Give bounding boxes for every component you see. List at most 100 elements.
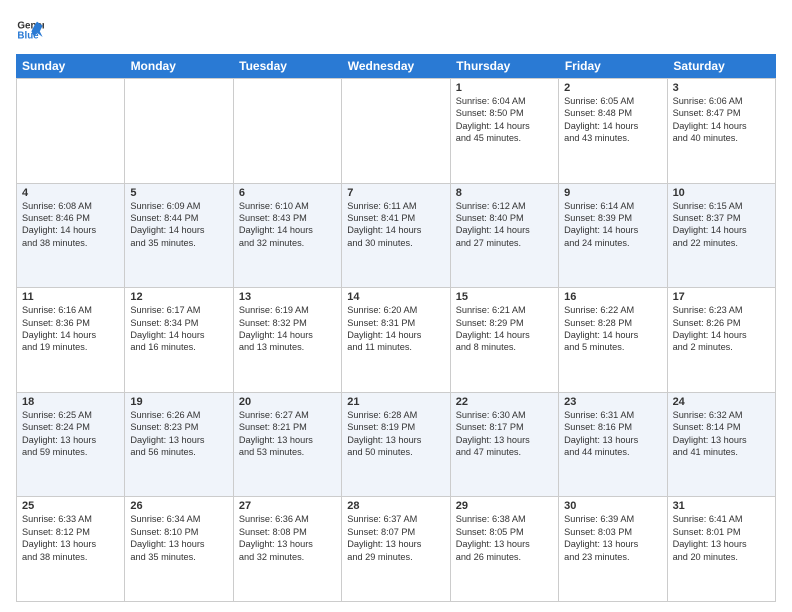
- day-info: Sunrise: 6:37 AM Sunset: 8:07 PM Dayligh…: [347, 513, 444, 563]
- dow-wednesday: Wednesday: [342, 54, 451, 78]
- day-number: 5: [130, 187, 227, 199]
- cal-row-4: 18Sunrise: 6:25 AM Sunset: 8:24 PM Dayli…: [17, 393, 776, 498]
- day-info: Sunrise: 6:25 AM Sunset: 8:24 PM Dayligh…: [22, 409, 119, 459]
- day-number: 14: [347, 291, 444, 303]
- day-info: Sunrise: 6:14 AM Sunset: 8:39 PM Dayligh…: [564, 200, 661, 250]
- cal-cell-day-25: 25Sunrise: 6:33 AM Sunset: 8:12 PM Dayli…: [17, 497, 125, 602]
- dow-tuesday: Tuesday: [233, 54, 342, 78]
- cal-row-1: 1Sunrise: 6:04 AM Sunset: 8:50 PM Daylig…: [17, 79, 776, 184]
- calendar-header: Sunday Monday Tuesday Wednesday Thursday…: [16, 54, 776, 78]
- cal-cell-day-2: 2Sunrise: 6:05 AM Sunset: 8:48 PM Daylig…: [559, 79, 667, 184]
- cal-cell-day-18: 18Sunrise: 6:25 AM Sunset: 8:24 PM Dayli…: [17, 393, 125, 498]
- day-info: Sunrise: 6:34 AM Sunset: 8:10 PM Dayligh…: [130, 513, 227, 563]
- cal-cell-day-30: 30Sunrise: 6:39 AM Sunset: 8:03 PM Dayli…: [559, 497, 667, 602]
- day-number: 17: [673, 291, 770, 303]
- day-info: Sunrise: 6:09 AM Sunset: 8:44 PM Dayligh…: [130, 200, 227, 250]
- day-info: Sunrise: 6:12 AM Sunset: 8:40 PM Dayligh…: [456, 200, 553, 250]
- cal-cell-day-23: 23Sunrise: 6:31 AM Sunset: 8:16 PM Dayli…: [559, 393, 667, 498]
- cal-cell-day-7: 7Sunrise: 6:11 AM Sunset: 8:41 PM Daylig…: [342, 184, 450, 289]
- cal-cell-day-29: 29Sunrise: 6:38 AM Sunset: 8:05 PM Dayli…: [451, 497, 559, 602]
- day-number: 12: [130, 291, 227, 303]
- day-number: 16: [564, 291, 661, 303]
- dow-friday: Friday: [559, 54, 668, 78]
- day-number: 9: [564, 187, 661, 199]
- day-number: 3: [673, 82, 770, 94]
- day-info: Sunrise: 6:33 AM Sunset: 8:12 PM Dayligh…: [22, 513, 119, 563]
- cal-cell-day-6: 6Sunrise: 6:10 AM Sunset: 8:43 PM Daylig…: [234, 184, 342, 289]
- day-number: 8: [456, 187, 553, 199]
- cal-cell-empty: [234, 79, 342, 184]
- day-info: Sunrise: 6:21 AM Sunset: 8:29 PM Dayligh…: [456, 304, 553, 354]
- day-number: 29: [456, 500, 553, 512]
- logo-icon: General Blue: [16, 16, 44, 44]
- day-number: 6: [239, 187, 336, 199]
- day-info: Sunrise: 6:22 AM Sunset: 8:28 PM Dayligh…: [564, 304, 661, 354]
- cal-cell-day-21: 21Sunrise: 6:28 AM Sunset: 8:19 PM Dayli…: [342, 393, 450, 498]
- day-number: 22: [456, 396, 553, 408]
- cal-cell-day-15: 15Sunrise: 6:21 AM Sunset: 8:29 PM Dayli…: [451, 288, 559, 393]
- cal-cell-day-22: 22Sunrise: 6:30 AM Sunset: 8:17 PM Dayli…: [451, 393, 559, 498]
- day-number: 25: [22, 500, 119, 512]
- cal-cell-day-20: 20Sunrise: 6:27 AM Sunset: 8:21 PM Dayli…: [234, 393, 342, 498]
- cal-cell-day-4: 4Sunrise: 6:08 AM Sunset: 8:46 PM Daylig…: [17, 184, 125, 289]
- day-info: Sunrise: 6:31 AM Sunset: 8:16 PM Dayligh…: [564, 409, 661, 459]
- day-info: Sunrise: 6:17 AM Sunset: 8:34 PM Dayligh…: [130, 304, 227, 354]
- day-info: Sunrise: 6:19 AM Sunset: 8:32 PM Dayligh…: [239, 304, 336, 354]
- cal-cell-day-12: 12Sunrise: 6:17 AM Sunset: 8:34 PM Dayli…: [125, 288, 233, 393]
- day-number: 13: [239, 291, 336, 303]
- day-info: Sunrise: 6:28 AM Sunset: 8:19 PM Dayligh…: [347, 409, 444, 459]
- day-info: Sunrise: 6:36 AM Sunset: 8:08 PM Dayligh…: [239, 513, 336, 563]
- cal-cell-day-26: 26Sunrise: 6:34 AM Sunset: 8:10 PM Dayli…: [125, 497, 233, 602]
- cal-cell-empty: [342, 79, 450, 184]
- day-number: 21: [347, 396, 444, 408]
- cal-row-2: 4Sunrise: 6:08 AM Sunset: 8:46 PM Daylig…: [17, 184, 776, 289]
- day-info: Sunrise: 6:04 AM Sunset: 8:50 PM Dayligh…: [456, 95, 553, 145]
- cal-cell-day-10: 10Sunrise: 6:15 AM Sunset: 8:37 PM Dayli…: [668, 184, 776, 289]
- day-info: Sunrise: 6:10 AM Sunset: 8:43 PM Dayligh…: [239, 200, 336, 250]
- cal-cell-day-14: 14Sunrise: 6:20 AM Sunset: 8:31 PM Dayli…: [342, 288, 450, 393]
- day-info: Sunrise: 6:11 AM Sunset: 8:41 PM Dayligh…: [347, 200, 444, 250]
- day-number: 30: [564, 500, 661, 512]
- day-number: 26: [130, 500, 227, 512]
- cal-cell-empty: [17, 79, 125, 184]
- cal-cell-empty: [125, 79, 233, 184]
- dow-saturday: Saturday: [667, 54, 776, 78]
- page: General Blue Sunday Monday Tuesday Wedne…: [0, 0, 792, 612]
- cal-cell-day-17: 17Sunrise: 6:23 AM Sunset: 8:26 PM Dayli…: [668, 288, 776, 393]
- day-number: 23: [564, 396, 661, 408]
- cal-cell-day-8: 8Sunrise: 6:12 AM Sunset: 8:40 PM Daylig…: [451, 184, 559, 289]
- day-number: 24: [673, 396, 770, 408]
- day-info: Sunrise: 6:05 AM Sunset: 8:48 PM Dayligh…: [564, 95, 661, 145]
- cal-cell-day-16: 16Sunrise: 6:22 AM Sunset: 8:28 PM Dayli…: [559, 288, 667, 393]
- cal-cell-day-31: 31Sunrise: 6:41 AM Sunset: 8:01 PM Dayli…: [668, 497, 776, 602]
- day-number: 15: [456, 291, 553, 303]
- calendar-body: 1Sunrise: 6:04 AM Sunset: 8:50 PM Daylig…: [16, 78, 776, 602]
- day-info: Sunrise: 6:15 AM Sunset: 8:37 PM Dayligh…: [673, 200, 770, 250]
- cal-cell-day-11: 11Sunrise: 6:16 AM Sunset: 8:36 PM Dayli…: [17, 288, 125, 393]
- day-number: 4: [22, 187, 119, 199]
- day-number: 20: [239, 396, 336, 408]
- dow-monday: Monday: [125, 54, 234, 78]
- calendar: Sunday Monday Tuesday Wednesday Thursday…: [16, 54, 776, 602]
- cal-cell-day-13: 13Sunrise: 6:19 AM Sunset: 8:32 PM Dayli…: [234, 288, 342, 393]
- cal-cell-day-1: 1Sunrise: 6:04 AM Sunset: 8:50 PM Daylig…: [451, 79, 559, 184]
- cal-cell-day-28: 28Sunrise: 6:37 AM Sunset: 8:07 PM Dayli…: [342, 497, 450, 602]
- day-number: 2: [564, 82, 661, 94]
- cal-row-3: 11Sunrise: 6:16 AM Sunset: 8:36 PM Dayli…: [17, 288, 776, 393]
- cal-cell-day-9: 9Sunrise: 6:14 AM Sunset: 8:39 PM Daylig…: [559, 184, 667, 289]
- day-info: Sunrise: 6:27 AM Sunset: 8:21 PM Dayligh…: [239, 409, 336, 459]
- cal-row-5: 25Sunrise: 6:33 AM Sunset: 8:12 PM Dayli…: [17, 497, 776, 602]
- day-info: Sunrise: 6:20 AM Sunset: 8:31 PM Dayligh…: [347, 304, 444, 354]
- day-number: 28: [347, 500, 444, 512]
- day-number: 31: [673, 500, 770, 512]
- day-info: Sunrise: 6:06 AM Sunset: 8:47 PM Dayligh…: [673, 95, 770, 145]
- day-number: 18: [22, 396, 119, 408]
- cal-cell-day-27: 27Sunrise: 6:36 AM Sunset: 8:08 PM Dayli…: [234, 497, 342, 602]
- day-number: 19: [130, 396, 227, 408]
- day-info: Sunrise: 6:39 AM Sunset: 8:03 PM Dayligh…: [564, 513, 661, 563]
- day-info: Sunrise: 6:23 AM Sunset: 8:26 PM Dayligh…: [673, 304, 770, 354]
- cal-cell-day-5: 5Sunrise: 6:09 AM Sunset: 8:44 PM Daylig…: [125, 184, 233, 289]
- day-number: 10: [673, 187, 770, 199]
- day-info: Sunrise: 6:41 AM Sunset: 8:01 PM Dayligh…: [673, 513, 770, 563]
- dow-thursday: Thursday: [450, 54, 559, 78]
